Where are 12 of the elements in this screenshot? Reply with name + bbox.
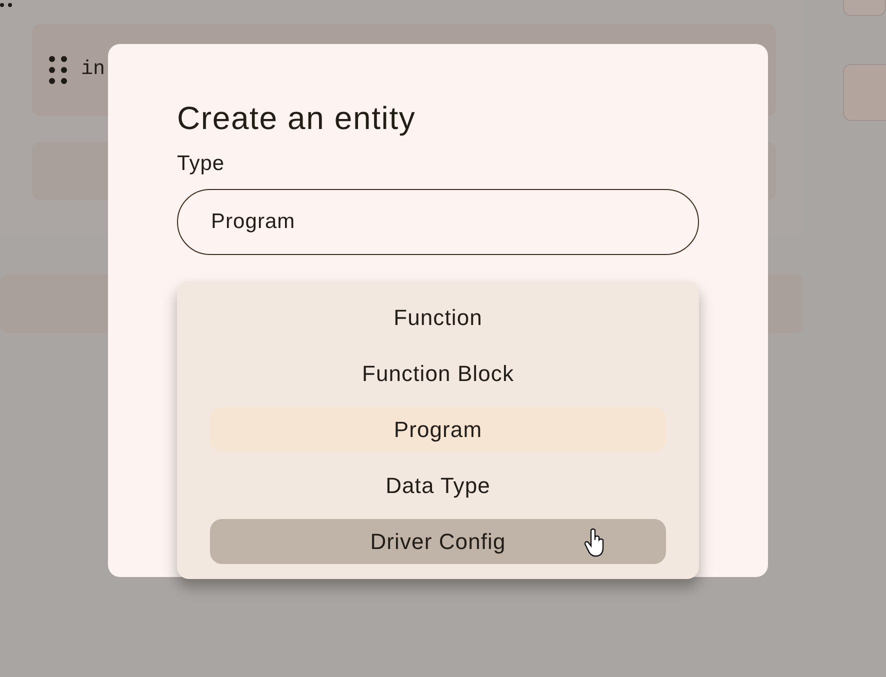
- dropdown-option[interactable]: Function: [210, 295, 666, 340]
- dropdown-option[interactable]: Driver Config: [210, 519, 666, 564]
- card-text: in: [81, 57, 106, 83]
- drag-handle-icon[interactable]: [49, 56, 67, 84]
- hand-pointer-icon: [584, 528, 606, 558]
- dots-icon: [0, 0, 14, 8]
- dropdown-option[interactable]: Program: [210, 407, 666, 452]
- dialog-title: Create an entity: [177, 99, 417, 137]
- dropdown-option[interactable]: Function Block: [210, 351, 666, 396]
- type-select[interactable]: Program: [177, 189, 699, 255]
- dropdown-option[interactable]: Data Type: [210, 463, 666, 508]
- type-label: Type: [177, 151, 226, 177]
